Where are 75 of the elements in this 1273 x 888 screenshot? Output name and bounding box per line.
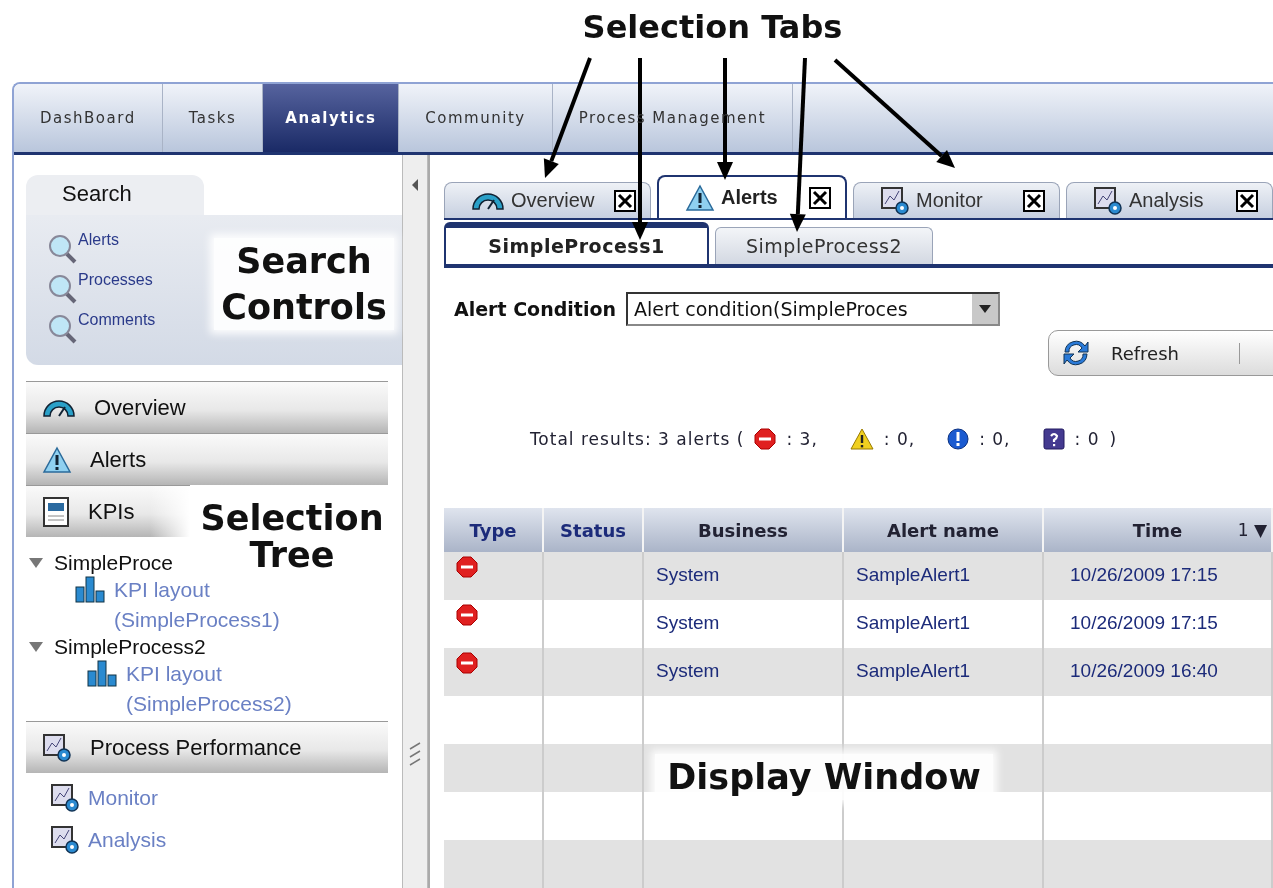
chart-gear-icon — [50, 783, 80, 813]
grip-icon[interactable] — [409, 741, 421, 767]
document-tab[interactable]: Analysis — [1066, 182, 1273, 218]
close-icon[interactable] — [614, 189, 636, 212]
chart-gear-icon — [50, 825, 80, 855]
sort-indicator[interactable]: 1 ▼ — [1237, 520, 1267, 540]
bar-chart-icon — [86, 659, 120, 687]
stop-icon — [456, 556, 478, 578]
callout-label: Display Window — [655, 754, 993, 800]
section-label: Overview — [94, 394, 186, 421]
expand-arrow-icon[interactable] — [28, 641, 44, 653]
section-header[interactable]: Alerts — [26, 433, 388, 485]
bar-chart-icon — [74, 575, 108, 603]
chart-gear-icon — [42, 732, 72, 763]
tree-link[interactable]: Monitor — [88, 786, 159, 810]
search-icon — [48, 273, 78, 305]
tree-link[interactable]: KPI layout (SimpleProcess1) — [114, 575, 344, 635]
tree-link[interactable]: Analysis — [88, 828, 167, 852]
section-header[interactable]: Overview — [26, 381, 388, 433]
dropdown-arrow-icon — [979, 305, 991, 313]
warning-icon — [849, 428, 874, 450]
process-tab[interactable]: SimpleProcess2 — [715, 227, 934, 264]
search-icon — [48, 313, 78, 345]
alert-count: : 0 — [1074, 429, 1100, 449]
nav-tab[interactable]: Analytics — [263, 84, 400, 152]
nav-tab[interactable]: Community — [399, 84, 553, 152]
help-icon — [1042, 428, 1065, 450]
nav-tab[interactable]: DashBoard — [14, 84, 163, 152]
close-icon[interactable] — [809, 186, 831, 209]
close-icon[interactable] — [1236, 189, 1258, 212]
callout-label: Search Controls — [214, 238, 394, 330]
gauge-icon — [42, 397, 76, 418]
section-label: Process Performance — [90, 734, 302, 761]
document-tab[interactable]: Overview — [444, 182, 651, 218]
tree-node[interactable]: SimpleProce — [54, 551, 174, 575]
process-tab[interactable]: SimpleProcess1 — [444, 222, 709, 264]
section-label: KPIs — [88, 498, 135, 525]
filter-label: Alert Condition — [454, 298, 616, 320]
summary-text: Total results: 3 alerts ( — [529, 429, 745, 449]
tree-node[interactable]: SimpleProcess2 — [54, 635, 206, 659]
info-icon — [947, 428, 970, 450]
stop-icon — [456, 652, 478, 674]
search-link[interactable]: Processes — [78, 271, 153, 289]
close-icon[interactable] — [1023, 189, 1045, 212]
alert-count: : 0, — [979, 429, 1011, 449]
summary-text: ) — [1109, 429, 1118, 449]
tree-link[interactable]: KPI layout (SimpleProcess2) — [126, 659, 356, 719]
warning-icon — [685, 183, 715, 212]
gauge-icon — [471, 190, 505, 211]
warning-icon — [42, 445, 72, 474]
refresh-icon — [1061, 338, 1091, 368]
refresh-button[interactable]: Refresh — [1048, 330, 1273, 376]
search-link[interactable]: Comments — [78, 311, 156, 329]
document-tab[interactable]: Monitor — [853, 182, 1060, 218]
chart-gear-icon — [880, 185, 910, 216]
section-label: Alerts — [90, 446, 147, 473]
search-icon — [48, 233, 78, 265]
alert-condition-dropdown[interactable]: Alert condition(SimpleProces — [626, 292, 1000, 326]
alert-count: : 3, — [786, 429, 818, 449]
callout-label: Selection Tree — [196, 500, 388, 574]
stop-icon — [754, 428, 777, 450]
expand-arrow-icon[interactable] — [28, 557, 44, 569]
search-link[interactable]: Alerts — [78, 231, 119, 249]
table-row[interactable]: System SampleAlert1 10/26/2009 17:15 — [444, 552, 1273, 600]
callout-title: Selection Tabs — [582, 8, 843, 46]
collapse-arrow-icon[interactable] — [411, 179, 419, 191]
section-header[interactable]: Process Performance — [26, 721, 388, 773]
report-icon — [42, 495, 70, 528]
chart-gear-icon — [1093, 185, 1123, 216]
search-tab[interactable]: Search — [26, 175, 204, 215]
table-row[interactable]: System SampleAlert1 10/26/2009 16:40 — [444, 648, 1273, 696]
section-header[interactable]: KPIs — [26, 485, 190, 537]
alert-count: : 0, — [883, 429, 916, 449]
document-tab[interactable]: Alerts — [657, 175, 847, 218]
stop-icon — [456, 604, 478, 626]
